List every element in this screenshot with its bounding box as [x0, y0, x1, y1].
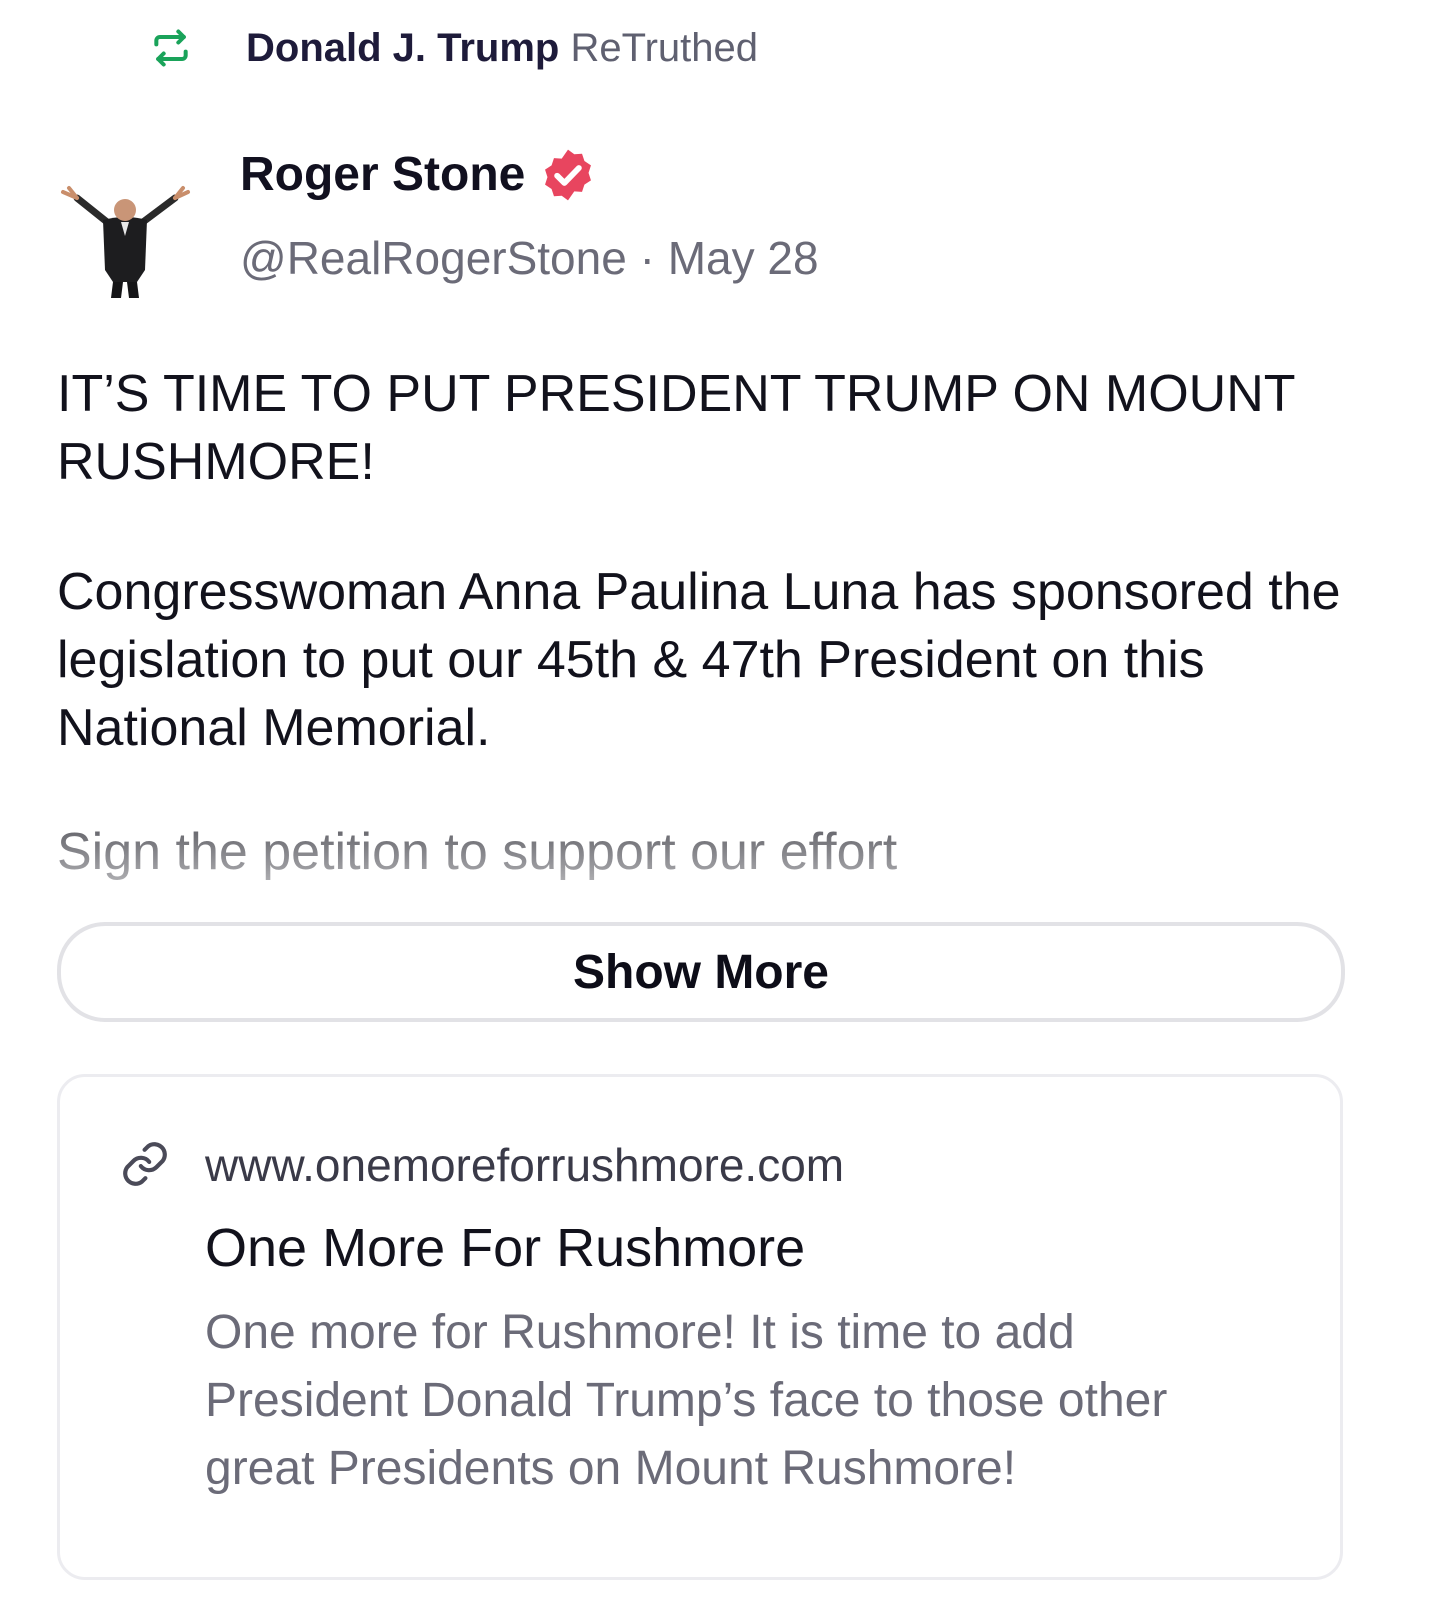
- link-url[interactable]: www.onemoreforrushmore.com: [205, 1137, 844, 1193]
- link-icon: [120, 1139, 172, 1191]
- retruth-text: Donald J. Trump ReTruthed: [246, 22, 758, 74]
- author-handle[interactable]: @RealRogerStone: [240, 232, 627, 284]
- show-more-button[interactable]: Show More: [57, 922, 1345, 1022]
- post-paragraph-2: Congresswoman Anna Paulina Luna has spon…: [57, 563, 1341, 757]
- author-name[interactable]: Roger Stone: [240, 145, 597, 205]
- retruth-header: Donald J. Trump ReTruthed: [148, 22, 758, 74]
- meta-separator: ·: [639, 232, 655, 284]
- retruth-label: ReTruthed: [570, 26, 758, 70]
- author-name-text[interactable]: Roger Stone: [240, 145, 525, 205]
- avatar[interactable]: [55, 170, 195, 300]
- post-meta: @RealRogerStone · May 28: [240, 230, 819, 286]
- link-title[interactable]: One More For Rushmore: [205, 1215, 805, 1281]
- post-date[interactable]: May 28: [668, 232, 819, 284]
- post-paragraph-1: IT’S TIME TO PUT PRESIDENT TRUMP ON MOUN…: [57, 365, 1295, 491]
- retruther-name[interactable]: Donald J. Trump: [246, 26, 559, 70]
- link-description: One more for Rushmore! It is time to add…: [205, 1306, 1168, 1495]
- verified-badge-icon: [539, 146, 597, 204]
- link-preview-card[interactable]: www.onemoreforrushmore.com One More For …: [57, 1074, 1343, 1580]
- post-paragraph-3: Sign the petition to support our effort: [57, 823, 898, 881]
- retruth-icon: [148, 25, 194, 71]
